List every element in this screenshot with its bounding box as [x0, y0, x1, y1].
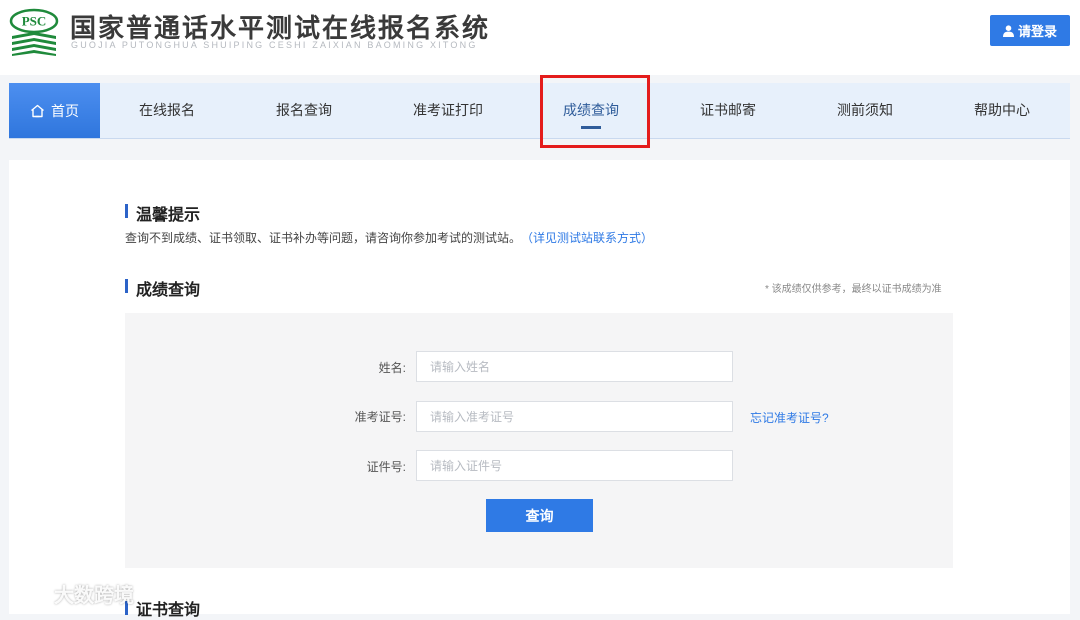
id-number-input[interactable] — [416, 450, 733, 481]
name-label: 姓名: — [378, 361, 406, 375]
nav-item-home[interactable]: 首页 — [9, 83, 100, 138]
watermark-logo-icon — [9, 581, 45, 605]
section-bar — [125, 204, 128, 218]
home-icon — [31, 104, 44, 117]
watermark-text: 大数跨境 — [54, 584, 134, 607]
login-button[interactable]: 请登录 — [990, 15, 1070, 46]
nav-item-score-query[interactable]: 成绩查询 — [543, 83, 639, 138]
forgot-admission-number-link[interactable]: 忘记准考证号? — [750, 409, 829, 426]
score-query-form: 姓名: 准考证号: 忘记准考证号? 证件号: 查询 — [125, 313, 953, 568]
tips-text: 查询不到成绩、证书领取、证书补办等问题，请咨询你参加考试的测试站。 （详见测试站联… — [125, 229, 653, 246]
tips-title: 温馨提示 — [136, 207, 201, 224]
nav-item-pre-test-notice[interactable]: 测前须知 — [817, 83, 913, 138]
nav-item-registration-query[interactable]: 报名查询 — [256, 83, 352, 138]
query-button[interactable]: 查询 — [486, 499, 593, 532]
active-tab-indicator — [581, 126, 601, 129]
nav-item-help-center[interactable]: 帮助中心 — [954, 83, 1050, 138]
user-icon — [1002, 24, 1014, 37]
psc-logo[interactable]: PSC — [9, 8, 59, 56]
watermark: 大数跨境 — [8, 576, 148, 610]
id-number-label: 证件号: — [366, 460, 406, 474]
nav-item-certificate-mailing[interactable]: 证书邮寄 — [680, 83, 776, 138]
login-label: 请登录 — [1017, 24, 1057, 39]
site-subtitle: GUOJIA PUTONGHUA SHUIPING CESHI ZAIXIAN … — [71, 40, 478, 50]
main-nav: 首页 在线报名 报名查询 准考证打印 成绩查询 证书邮寄 测前须知 帮助中心 — [9, 83, 1070, 139]
nav-label-score-query: 成绩查询 — [563, 102, 619, 118]
admission-number-label: 准考证号: — [354, 410, 406, 424]
tips-body: 查询不到成绩、证书领取、证书补办等问题，请咨询你参加考试的测试站。 — [125, 231, 522, 245]
score-disclaimer: * 该成绩仅供参考，最终以证书成绩为准 — [765, 284, 942, 295]
nav-item-online-registration[interactable]: 在线报名 — [119, 83, 215, 138]
section-bar — [125, 279, 128, 293]
admission-number-input[interactable] — [416, 401, 733, 432]
main-content: 温馨提示 查询不到成绩、证书领取、证书补办等问题，请咨询你参加考试的测试站。 （详… — [9, 160, 1070, 619]
nav-item-admission-ticket-print[interactable]: 准考证打印 — [398, 83, 498, 138]
site-header: PSC 国家普通话水平测试在线报名系统 GUOJIA PUTONGHUA SHU… — [0, 0, 1080, 75]
logo-text: PSC — [22, 14, 47, 29]
score-query-title: 成绩查询 — [136, 282, 201, 299]
nav-label-home: 首页 — [51, 102, 79, 119]
name-input[interactable] — [416, 351, 733, 382]
test-site-contact-link[interactable]: （详见测试站联系方式） — [527, 231, 653, 245]
